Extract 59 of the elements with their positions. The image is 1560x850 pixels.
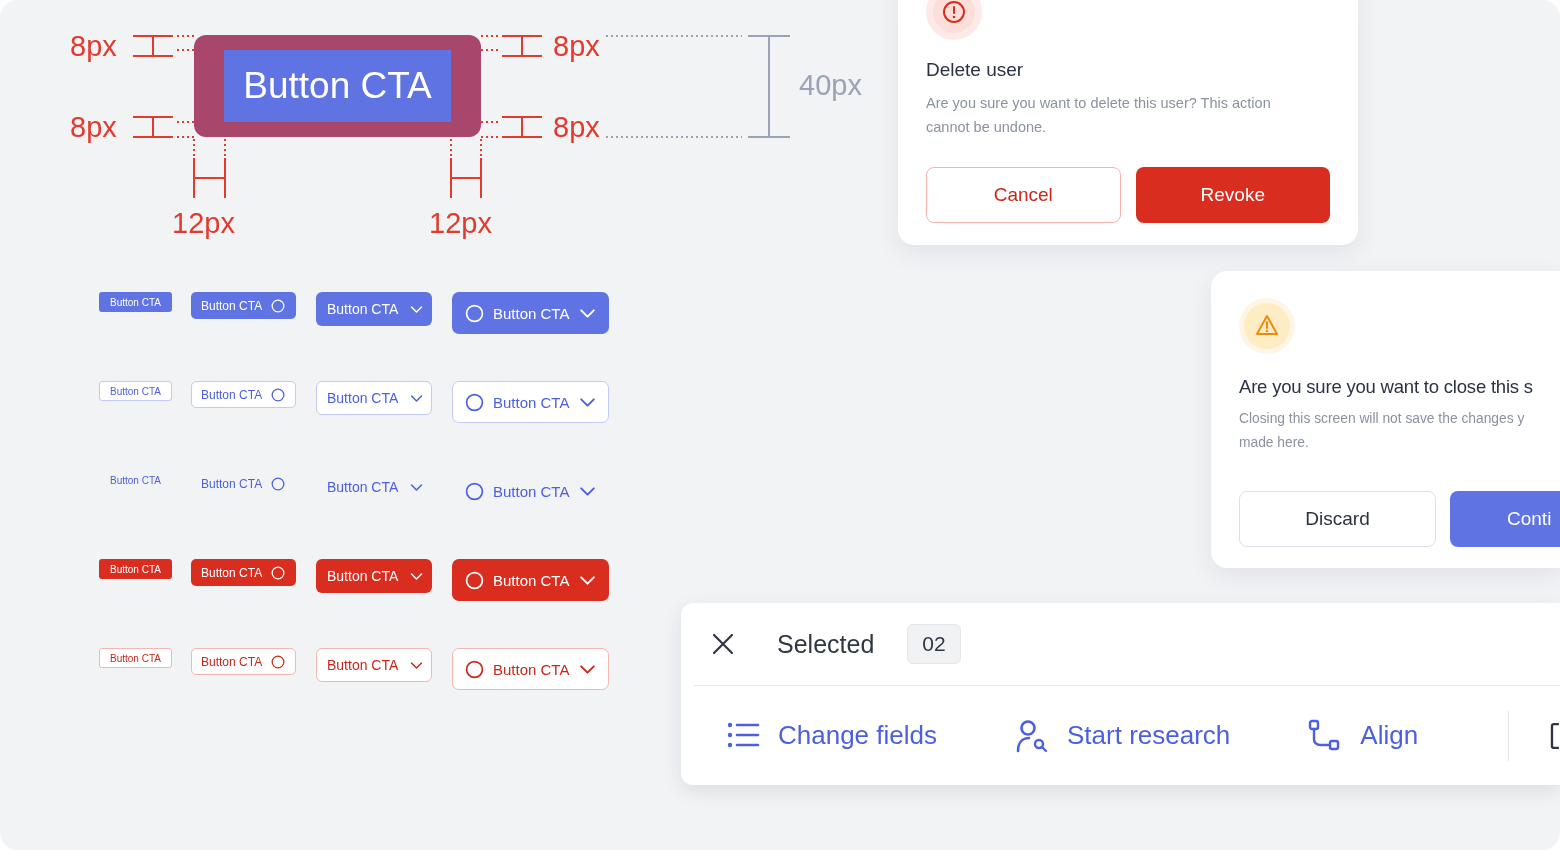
button[interactable]: Button CTA <box>191 559 296 586</box>
close-button[interactable] <box>711 632 735 656</box>
button[interactable]: Button CTA <box>452 292 609 334</box>
button-example: Button CTA <box>224 50 451 122</box>
action-button[interactable]: Align <box>1308 718 1419 753</box>
circle-icon <box>271 565 286 580</box>
button[interactable]: Button CTA <box>191 292 296 319</box>
warning-icon <box>1239 298 1295 354</box>
spacing-label: 12px <box>172 207 235 239</box>
button[interactable]: Button CTA <box>191 470 296 497</box>
selected-label: Selected <box>777 629 875 659</box>
button[interactable]: Button CTA <box>99 559 172 579</box>
dialog-message: Are you sure you want to delete this user? This action cannot be undone. <box>926 94 1271 137</box>
spacing-label: 12px <box>429 207 492 239</box>
close-icon <box>711 632 735 656</box>
person-search-icon <box>1015 718 1049 753</box>
button[interactable]: Button CTA <box>452 559 609 601</box>
button[interactable]: Button CTA <box>452 381 609 423</box>
circle-icon <box>465 659 484 679</box>
button[interactable]: Button CTA <box>99 648 172 668</box>
button[interactable]: Button CTA <box>452 648 609 690</box>
button[interactable]: Button CTA <box>316 559 432 593</box>
button[interactable]: Button CTA <box>316 381 432 415</box>
toolbar-icon <box>1550 720 1560 751</box>
action-button[interactable]: Start research <box>1015 718 1231 753</box>
circle-icon <box>465 392 484 412</box>
button[interactable]: Button CTA <box>191 381 296 408</box>
spacing-label: 8px <box>70 30 117 62</box>
button[interactable]: Button CTA <box>452 470 609 512</box>
button[interactable]: Button CTA <box>99 470 172 490</box>
button[interactable]: Button CTA <box>99 292 172 312</box>
continue-button[interactable]: Conti <box>1450 491 1560 547</box>
circle-icon <box>465 303 484 323</box>
button[interactable]: Button CTA <box>316 648 432 682</box>
dialog-message: Closing this screen will not save the changes y made here. <box>1239 410 1525 452</box>
spacing-marker <box>132 35 195 57</box>
button[interactable]: Button CTA <box>316 292 432 326</box>
spacing-label: 8px <box>553 30 600 62</box>
height-label: 40px <box>799 69 862 101</box>
alert-icon <box>926 0 982 40</box>
confirm-button[interactable]: Revoke <box>1135 167 1330 223</box>
circle-icon <box>465 481 484 501</box>
dialog-title: Delete user <box>926 59 1024 81</box>
circle-icon <box>271 476 286 491</box>
discard-button[interactable]: Discard <box>1239 491 1436 547</box>
spacing-label: 8px <box>70 111 117 143</box>
circle-icon <box>271 298 286 313</box>
button[interactable]: Button CTA <box>99 381 172 401</box>
button[interactable]: Button CTA <box>316 470 432 504</box>
circle-icon <box>271 387 286 402</box>
spacing-marker <box>480 35 543 57</box>
cancel-button[interactable]: Cancel <box>926 167 1121 223</box>
action-button[interactable]: Change fields <box>726 718 937 753</box>
button[interactable]: Button CTA <box>191 648 296 675</box>
circle-icon <box>271 654 286 669</box>
count-badge: 02 <box>907 624 961 664</box>
dialog-title: Are you sure you want to close this s <box>1239 376 1533 398</box>
spacing-label: 8px <box>553 111 600 143</box>
circle-icon <box>465 570 484 590</box>
